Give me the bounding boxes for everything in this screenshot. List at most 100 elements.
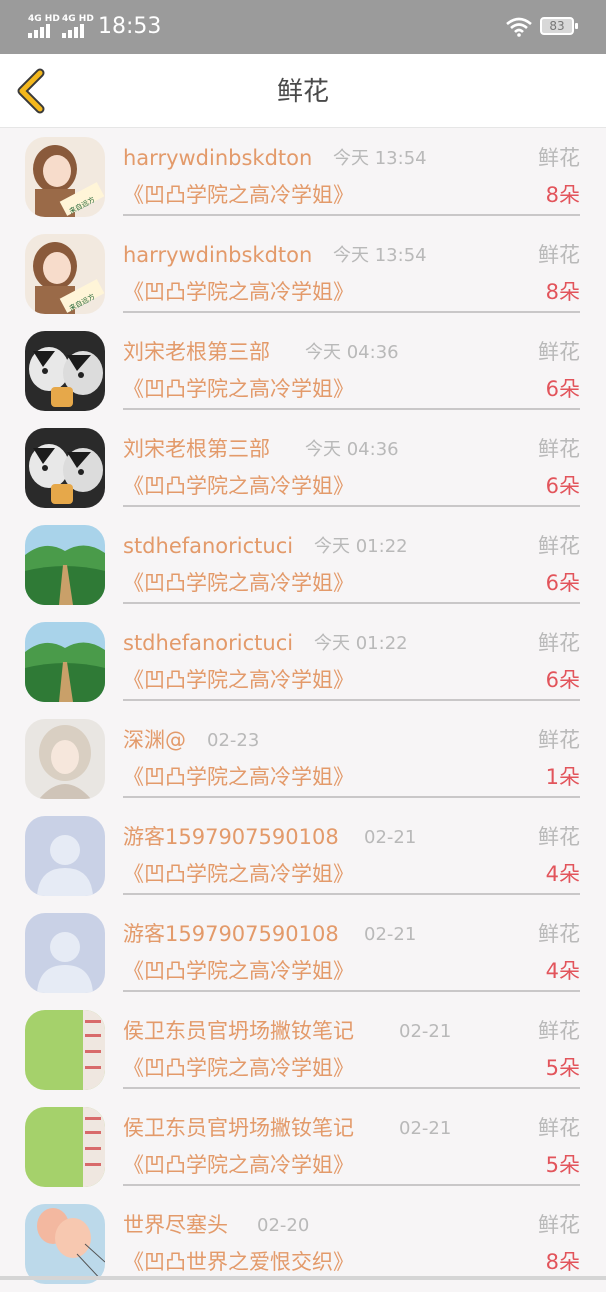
avatar [25, 719, 105, 799]
timestamp: 今天 04:36 [305, 342, 399, 363]
gift-type: 鲜花 [538, 1213, 580, 1237]
flower-count: 6朵 [545, 474, 580, 498]
timestamp: 02-20 [257, 1215, 310, 1236]
flower-count: 6朵 [545, 571, 580, 595]
user-name: 侯卫东员官坍场撇钕笔记 [123, 1019, 354, 1043]
avatar [25, 1204, 105, 1284]
clock: 18:53 [98, 14, 162, 39]
user-name: 游客1597907590108 [123, 922, 339, 946]
avatar [25, 428, 105, 508]
divider [123, 1087, 580, 1089]
book-title: 《凹凸学院之高冷学姐》 [123, 1153, 354, 1177]
list-item[interactable]: 刘宋老根第三部 今天 04:36 鲜花 《凹凸学院之高冷学姐》 6朵 [0, 419, 606, 516]
book-title: 《凹凸学院之高冷学姐》 [123, 765, 354, 789]
user-name: stdhefanorictuci [123, 534, 294, 558]
user-name: 世界尽塞头 [123, 1213, 228, 1237]
divider [123, 796, 580, 798]
list-item[interactable]: 刘宋老根第三部 今天 04:36 鲜花 《凹凸学院之高冷学姐》 6朵 [0, 322, 606, 419]
list-item[interactable]: stdhefanorictuci 今天 01:22 鲜花 《凹凸学院之高冷学姐》… [0, 516, 606, 613]
book-title: 《凹凸学院之高冷学姐》 [123, 668, 354, 692]
list-item[interactable]: 深渊@ 02-23 鲜花 《凹凸学院之高冷学姐》 1朵 [0, 710, 606, 807]
user-name: 深渊@ [123, 728, 186, 752]
list-item[interactable]: 游客1597907590108 02-21 鲜花 《凹凸学院之高冷学姐》 4朵 [0, 807, 606, 904]
list-item[interactable]: 侯卫东员官坍场撇钕笔记 02-21 鲜花 《凹凸学院之高冷学姐》 5朵 [0, 1001, 606, 1098]
book-title: 《凹凸学院之高冷学姐》 [123, 280, 354, 304]
page-title: 鲜花 [276, 77, 329, 107]
gift-type: 鲜花 [538, 437, 580, 461]
list-item[interactable]: stdhefanorictuci 今天 01:22 鲜花 《凹凸学院之高冷学姐》… [0, 613, 606, 710]
divider [123, 214, 580, 216]
book-title: 《凹凸学院之高冷学姐》 [123, 1056, 354, 1080]
flower-count: 8朵 [545, 183, 580, 207]
user-name: harrywdinbskdton [123, 146, 313, 170]
timestamp: 02-21 [364, 827, 417, 848]
flower-count: 8朵 [545, 1250, 580, 1274]
timestamp: 02-21 [399, 1118, 452, 1139]
flower-count: 8朵 [545, 280, 580, 304]
wifi-icon [506, 17, 532, 37]
user-name: 侯卫东员官坍场撇钕笔记 [123, 1116, 354, 1140]
book-title: 《凹凸学院之高冷学姐》 [123, 959, 354, 983]
avatar [25, 913, 105, 993]
timestamp: 02-21 [364, 924, 417, 945]
divider [123, 408, 580, 410]
book-title: 《凹凸学院之高冷学姐》 [123, 571, 354, 595]
timestamp: 今天 13:54 [333, 245, 427, 266]
divider [123, 505, 580, 507]
flower-count: 6朵 [545, 668, 580, 692]
list-item[interactable]: 来自远方 harrywdinbskdton 今天 13:54 鲜花 《凹凸学院之… [0, 128, 606, 225]
gift-type: 鲜花 [538, 243, 580, 267]
book-title: 《凹凸学院之高冷学姐》 [123, 474, 354, 498]
flower-count: 6朵 [545, 377, 580, 401]
divider [123, 602, 580, 604]
timestamp: 今天 04:36 [305, 439, 399, 460]
flower-record-list: 来自远方 harrywdinbskdton 今天 13:54 鲜花 《凹凸学院之… [0, 128, 606, 1292]
divider [123, 990, 580, 992]
timestamp: 今天 01:22 [314, 536, 408, 557]
avatar [25, 622, 105, 702]
avatar [25, 1010, 105, 1090]
gift-type: 鲜花 [538, 534, 580, 558]
flower-count: 5朵 [545, 1056, 580, 1080]
battery-indicator: 83 [540, 17, 578, 35]
flower-count: 4朵 [545, 959, 580, 983]
divider [123, 1184, 580, 1186]
avatar [25, 816, 105, 896]
signal-bars-icon [28, 24, 54, 38]
gift-type: 鲜花 [538, 825, 580, 849]
timestamp: 02-23 [207, 730, 260, 751]
gift-type: 鲜花 [538, 1116, 580, 1140]
network-label-1: 4G HD [28, 14, 60, 24]
flower-count: 4朵 [545, 862, 580, 886]
list-item[interactable]: 侯卫东员官坍场撇钕笔记 02-21 鲜花 《凹凸学院之高冷学姐》 5朵 [0, 1098, 606, 1195]
user-name: 游客1597907590108 [123, 825, 339, 849]
gift-type: 鲜花 [538, 922, 580, 946]
divider [123, 893, 580, 895]
book-title: 《凹凸世界之爱恨交织》 [123, 1250, 354, 1274]
avatar: 来自远方 [25, 234, 105, 314]
book-title: 《凹凸学院之高冷学姐》 [123, 183, 354, 207]
timestamp: 02-21 [399, 1021, 452, 1042]
timestamp: 今天 13:54 [333, 148, 427, 169]
user-name: 刘宋老根第三部 [123, 437, 270, 461]
timestamp: 今天 01:22 [314, 633, 408, 654]
signal-bars-icon [62, 24, 88, 38]
avatar [25, 1107, 105, 1187]
gift-type: 鲜花 [538, 340, 580, 364]
gift-type: 鲜花 [538, 728, 580, 752]
divider [123, 699, 580, 701]
status-bar: 4G HD 4G HD 18:53 83 [0, 0, 606, 54]
user-name: 刘宋老根第三部 [123, 340, 270, 364]
network-label-2: 4G HD [62, 14, 94, 24]
gift-type: 鲜花 [538, 146, 580, 170]
flower-count: 1朵 [545, 765, 580, 789]
gift-type: 鲜花 [538, 631, 580, 655]
list-item[interactable]: 游客1597907590108 02-21 鲜花 《凹凸学院之高冷学姐》 4朵 [0, 904, 606, 1001]
nav-header: 鲜花 [0, 54, 606, 128]
list-item[interactable]: 来自远方 harrywdinbskdton 今天 13:54 鲜花 《凹凸学院之… [0, 225, 606, 322]
user-name: harrywdinbskdton [123, 243, 313, 267]
divider [123, 311, 580, 313]
user-name: stdhefanorictuci [123, 631, 294, 655]
gift-type: 鲜花 [538, 1019, 580, 1043]
avatar [25, 331, 105, 411]
